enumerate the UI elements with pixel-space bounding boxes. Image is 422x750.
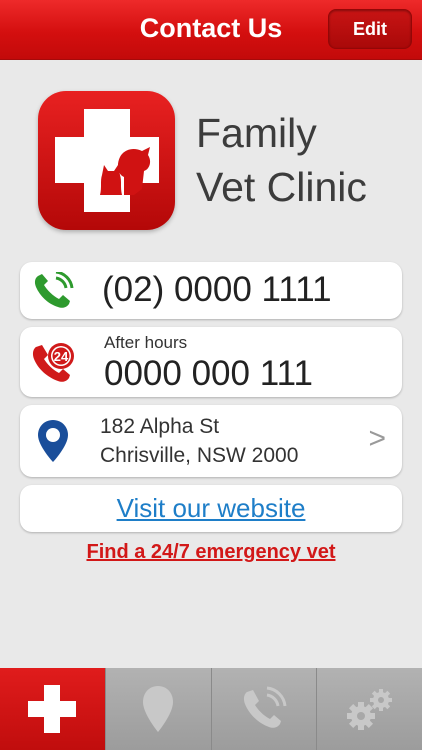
address-line2: Chrisville, NSW 2000 xyxy=(100,444,299,467)
phone-icon xyxy=(34,272,74,308)
header-bar: Contact Us Edit xyxy=(0,0,422,60)
tab-call[interactable] xyxy=(210,668,317,750)
website-link[interactable]: Visit our website xyxy=(20,493,402,524)
map-pin-icon xyxy=(38,420,68,462)
after-hours-label: After hours xyxy=(104,333,188,352)
tab-settings[interactable] xyxy=(316,668,422,750)
after-hours-card[interactable]: 24 After hours 0000 000 111 xyxy=(20,327,402,397)
after-hours-number[interactable]: 0000 000 111 xyxy=(104,354,313,394)
clinic-name: Family Vet Clinic xyxy=(196,106,367,214)
cross-pets-icon xyxy=(55,109,159,212)
clinic-logo xyxy=(38,91,175,230)
after-hours-badge: 24 xyxy=(54,349,69,364)
clinic-name-line1: Family xyxy=(196,110,317,156)
edit-button[interactable]: Edit xyxy=(328,9,412,49)
cross-icon xyxy=(28,685,77,733)
address-card[interactable]: 182 Alpha St Chrisville, NSW 2000 > xyxy=(20,405,402,477)
tab-bar xyxy=(0,668,422,750)
address-line1: 182 Alpha St xyxy=(100,415,220,438)
emergency-vet-link[interactable]: Find a 24/7 emergency vet xyxy=(0,541,422,564)
phone-number[interactable]: (02) 0000 1111 xyxy=(102,270,332,310)
map-pin-icon xyxy=(143,686,174,732)
phone-icon xyxy=(243,686,287,728)
phone-card[interactable]: (02) 0000 1111 xyxy=(20,262,402,319)
chevron-right-icon[interactable]: > xyxy=(368,422,386,456)
phone-24-icon: 24 xyxy=(32,343,74,382)
clinic-name-line2: Vet Clinic xyxy=(196,164,367,210)
tab-clinic[interactable] xyxy=(0,668,105,750)
website-card[interactable]: Visit our website xyxy=(20,485,402,532)
tab-map[interactable] xyxy=(104,668,211,750)
gears-icon xyxy=(346,689,392,730)
